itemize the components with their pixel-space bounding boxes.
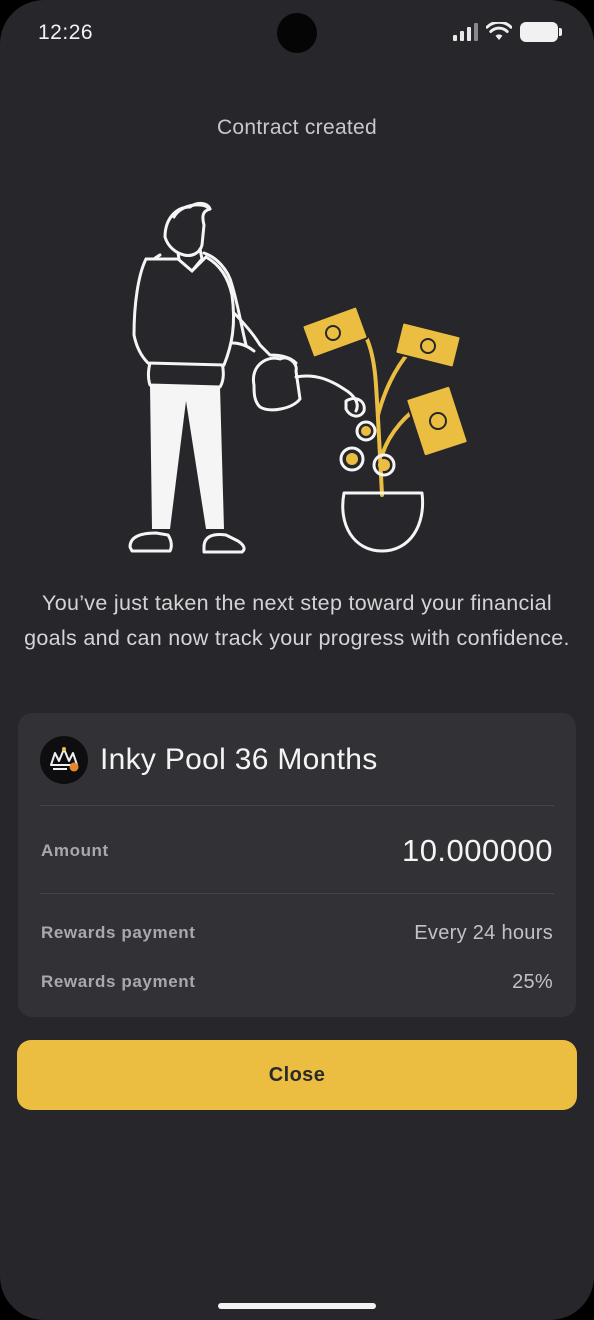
battery-icon — [520, 22, 562, 42]
rewards-payment-value: Every 24 hours — [414, 921, 553, 944]
rewards-payment-label: Rewards payment — [41, 972, 196, 991]
front-camera — [277, 13, 317, 53]
phone-screen: 12:26 Contract created You’ve just taken… — [0, 0, 594, 1320]
pool-logo-icon — [40, 736, 88, 784]
status-bar: 12:26 — [0, 0, 594, 70]
rewards-rate-value: 25% — [512, 970, 553, 993]
amount-value: 10.000000 — [401, 833, 553, 868]
close-button[interactable]: Close — [17, 1040, 577, 1110]
rewards-payment-label: Rewards payment — [41, 923, 196, 942]
pool-name: Inky Pool 36 Months — [100, 743, 378, 776]
divider — [40, 805, 554, 806]
card-header: Inky Pool 36 Months — [40, 735, 554, 785]
divider — [40, 893, 554, 894]
amount-label: Amount — [41, 841, 109, 860]
amount-row: Amount 10.000000 — [41, 829, 553, 873]
page-title: Contract created — [216, 116, 378, 139]
watering-money-plant-illustration — [128, 201, 469, 554]
contract-summary-card: Inky Pool 36 Months Amount 10.000000 Rew… — [18, 713, 576, 1017]
status-icons — [453, 22, 562, 42]
home-indicator[interactable] — [218, 1303, 376, 1309]
signal-icon — [453, 23, 478, 41]
rewards-rate-row: Rewards payment 25% — [41, 967, 553, 997]
status-time: 12:26 — [38, 21, 94, 44]
rewards-frequency-row: Rewards payment Every 24 hours — [41, 918, 553, 948]
confirmation-message: You’ve just taken the next step toward y… — [24, 591, 570, 650]
wifi-icon — [486, 22, 512, 40]
